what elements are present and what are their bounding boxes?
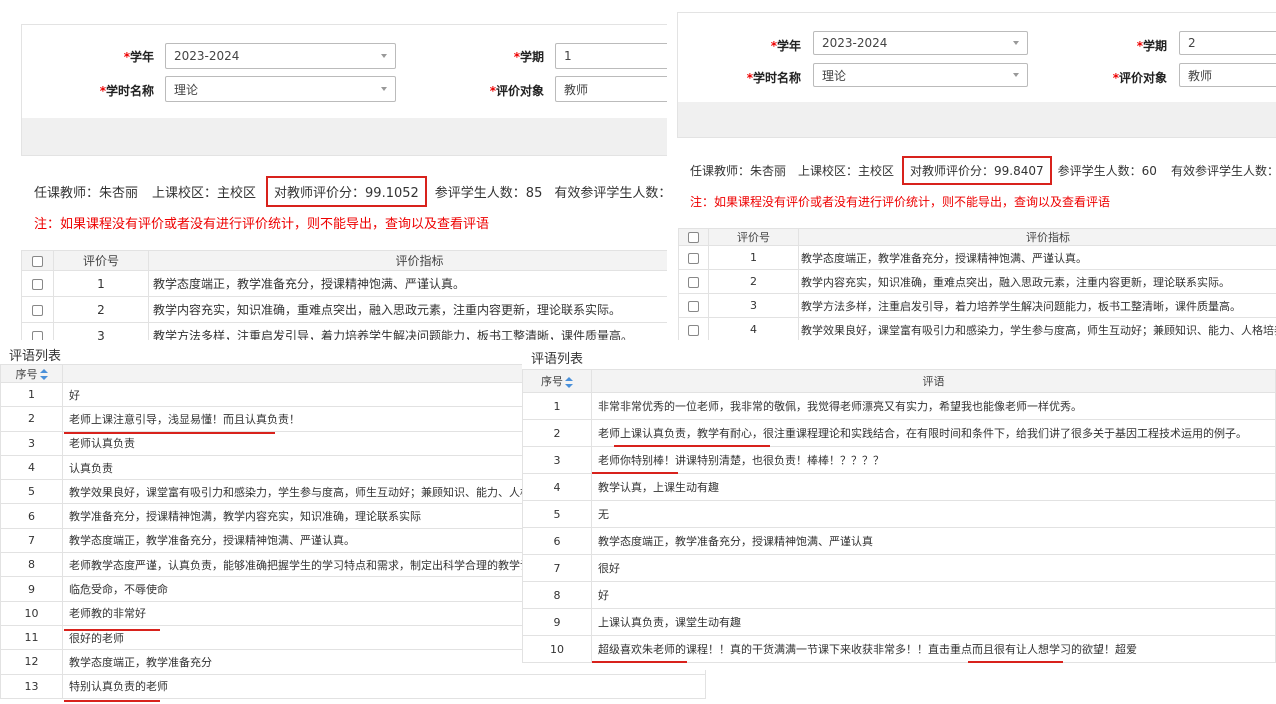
teacher-score: 对教师评价分：99.1052 xyxy=(266,176,427,207)
col-eval-no: 评价号 xyxy=(53,250,149,271)
table-row: 8好 xyxy=(522,581,1276,609)
left-target-label: *评价对象 xyxy=(489,84,544,98)
table-row: 6 教学态度端正，教学准备充分，授课精神饱满、严谨认真 xyxy=(522,527,1276,555)
right-term-label: *学期 xyxy=(1136,39,1167,53)
col-seq[interactable]: 序号 xyxy=(522,369,592,393)
sort-icon[interactable] xyxy=(39,369,48,380)
select-all-checkbox[interactable] xyxy=(21,250,54,271)
left-note: 注：如果课程没有评价或者没有进行评价统计，则不能导出，查询以及查看评语 xyxy=(34,217,490,232)
right-hours-label: *学时名称 xyxy=(746,71,801,85)
chevron-down-icon xyxy=(381,54,387,58)
right-course-info: 任课教师：朱杏丽 上课校区：主校区 对教师评价分：99.8407 参评学生人数：… xyxy=(690,156,1276,185)
highlight-underline xyxy=(674,445,770,447)
left-target-select[interactable]: 教师 xyxy=(555,76,667,102)
right-comment-title: 评语列表 xyxy=(531,352,584,367)
left-year-select[interactable]: 2023-2024 xyxy=(165,43,396,69)
highlight-underline xyxy=(592,472,678,474)
row-checkbox[interactable] xyxy=(678,245,709,270)
table-row: 2 老师上课认真负责，教学有耐心，很注重课程理论和实践结合，在有限时间和条件下，给… xyxy=(522,419,1276,447)
right-note: 注：如果课程没有评价或者没有进行评价统计，则不能导出，查询以及查看评语 xyxy=(690,195,1111,209)
table-row: 5无 xyxy=(522,500,1276,528)
right-index-table: 评价号 评价指标 1 教学态度端正，教学准备充分，授课精神饱满、严谨认真。 2 … xyxy=(678,228,1276,340)
row-checkbox[interactable] xyxy=(21,296,54,323)
teacher-score: 对教师评价分：99.8407 xyxy=(902,156,1052,185)
highlight-underline xyxy=(64,629,160,631)
valid-participant-count: 有效参评学生人数：77 xyxy=(554,186,667,201)
valid-participant-count: 有效参评学生人数：54 xyxy=(1170,164,1276,178)
highlight-underline xyxy=(592,661,687,663)
left-term-label: *学期 xyxy=(513,50,544,64)
right-hours-select[interactable]: 理论 xyxy=(813,63,1028,87)
right-year-select[interactable]: 2023-2024 xyxy=(813,31,1028,55)
row-checkbox[interactable] xyxy=(678,293,709,318)
table-row: 3 老师你特别棒！讲课特别清楚，也很负责！棒棒！？？？？ xyxy=(522,446,1276,474)
right-year-label: *学年 xyxy=(770,39,801,53)
row-checkbox[interactable] xyxy=(21,270,54,297)
participant-count: 参评学生人数：60 xyxy=(1057,164,1157,178)
left-toolbar xyxy=(22,118,667,155)
left-index-table: 评价号 评价指标 1 教学态度端正，教学准备充分，授课精神饱满、严谨认真。 2 … xyxy=(21,250,667,340)
left-hours-select[interactable]: 理论 xyxy=(165,76,396,102)
left-hours-label: *学时名称 xyxy=(99,84,154,98)
right-comment-table: 序号 评语 1 非常非常优秀的一位老师，我非常的敬佩，我觉得老师漂亮又有实力，希望… xyxy=(522,369,1276,663)
right-term-select[interactable]: 2 xyxy=(1179,31,1276,55)
chevron-down-icon xyxy=(1013,73,1019,77)
table-row: 13 特别认真负责的老师 xyxy=(0,673,706,699)
table-row: 7 很好 xyxy=(522,554,1276,582)
sort-icon[interactable] xyxy=(565,376,573,388)
col-eval-no: 评价号 xyxy=(708,228,799,246)
row-checkbox[interactable] xyxy=(21,322,54,340)
table-row: 10 超级喜欢朱老师的课程！！真的干货满满一节课下来收获非常多！！直击重点而且很有… xyxy=(522,635,1276,663)
campus: 上课校区：主校区 xyxy=(798,164,895,178)
left-course-info: 任课教师：朱杏丽 上课校区：主校区 对教师评价分：99.1052 参评学生人数：… xyxy=(34,176,667,207)
table-row: 3 教学方法多样，注重启发引导，着力培养学生解决问题能力，板书工整清晰，课件质量… xyxy=(678,293,1276,318)
col-seq[interactable]: 序号 xyxy=(0,364,63,383)
right-toolbar xyxy=(678,102,1276,137)
left-eval-panel: *学年 2023-2024 *学期 1 *学时名称 理论 *评价对象 教师 任课… xyxy=(0,0,667,340)
table-row: 2 教学内容充实，知识准确，重难点突出，融入思政元素，注重内容更新，理论联系实际… xyxy=(21,296,667,323)
highlight-underline xyxy=(968,661,1063,663)
right-target-select[interactable]: 教师 xyxy=(1179,63,1276,87)
col-comment: 评语 xyxy=(591,369,1276,393)
left-term-select[interactable]: 1 xyxy=(555,43,667,69)
teacher-name: 任课教师：朱杏丽 xyxy=(34,186,139,201)
row-checkbox[interactable] xyxy=(678,269,709,294)
select-all-checkbox[interactable] xyxy=(678,228,709,246)
participant-count: 参评学生人数：85 xyxy=(434,186,543,201)
teacher-name: 任课教师：朱杏丽 xyxy=(690,164,787,178)
table-row: 1 非常非常优秀的一位老师，我非常的敬佩，我觉得老师漂亮又有实力，希望我也能像老师… xyxy=(522,392,1276,420)
table-row: 9 上课认真负责，课堂生动有趣 xyxy=(522,608,1276,636)
chevron-down-icon xyxy=(1013,41,1019,45)
highlight-underline xyxy=(64,700,160,702)
table-row: 1 教学态度端正，教学准备充分，授课精神饱满、严谨认真。 xyxy=(21,270,667,297)
campus: 上课校区：主校区 xyxy=(152,186,257,201)
col-eval-index: 评价指标 xyxy=(148,250,667,271)
table-row: 2 教学内容充实，知识准确，重难点突出，融入思政元素，注重内容更新，理论联系实际… xyxy=(678,269,1276,294)
left-comment-title: 评语列表 xyxy=(9,349,62,364)
row-checkbox[interactable] xyxy=(678,317,709,340)
right-comment-panel: 评语列表 序号 评语 1 非常非常优秀的一位老师，我非常的敬佩，我觉得老师漂亮又有… xyxy=(522,340,1276,670)
table-row: 1 教学态度端正，教学准备充分，授课精神饱满、严谨认真。 xyxy=(678,245,1276,270)
left-year-label: *学年 xyxy=(123,50,154,64)
table-row: 4 教学效果良好，课堂富有吸引力和感染力，学生参与度高，师生互动好；兼顾知识、能… xyxy=(678,317,1276,340)
right-target-label: *评价对象 xyxy=(1112,71,1167,85)
table-row: 4 教学认真，上课生动有趣 xyxy=(522,473,1276,501)
table-row: 3 教学方法多样，注重启发引导，着力培养学生解决问题能力，板书工整清晰，课件质量… xyxy=(21,322,667,340)
highlight-underline xyxy=(64,432,275,434)
right-eval-panel: *学年 2023-2024 *学期 2 *学时名称 理论 *评价对象 教师 任课… xyxy=(667,0,1276,340)
col-eval-index: 评价指标 xyxy=(798,228,1276,246)
chevron-down-icon xyxy=(381,87,387,91)
